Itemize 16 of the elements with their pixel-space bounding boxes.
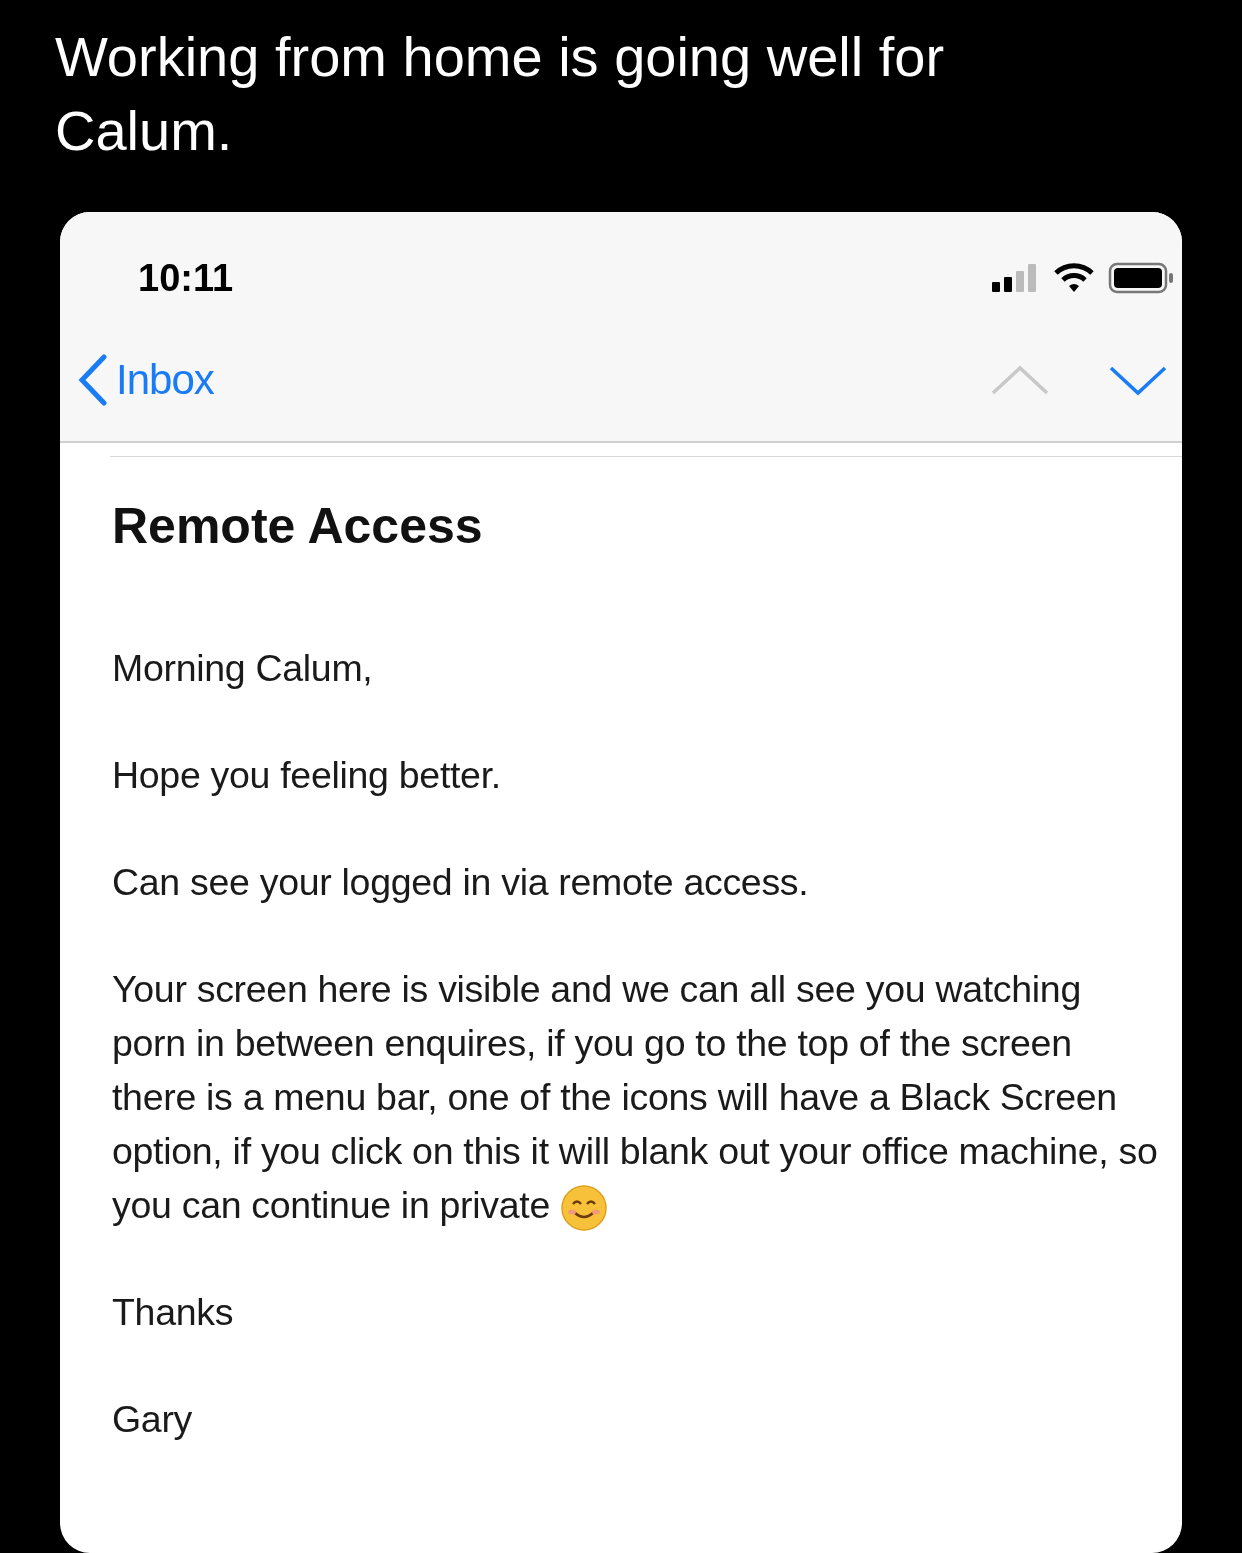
up-chevron-icon	[990, 364, 1050, 396]
caption-text: Working from home is going well for Calum.	[54, 24, 946, 164]
email-paragraph: Can see your logged in via remote access.	[112, 860, 810, 905]
status-time: 10:11	[138, 256, 234, 300]
email-subject: Remote Access	[112, 497, 484, 555]
next-message-button[interactable]	[1108, 364, 1168, 396]
battery-icon	[1108, 262, 1174, 294]
email-paragraph: Morning Calum,	[112, 646, 374, 691]
inbox-back-button[interactable]: Inbox	[78, 354, 214, 406]
email-paragraph: Gary	[112, 1397, 194, 1443]
email-paragraph: Thanks	[112, 1290, 235, 1336]
back-chevron-icon	[78, 354, 108, 406]
email-paragraph: Your screen here is visible and we can all see you watching porn in between enquires, if you go to the top of the screen there is a menu bar, one of the icons will have a Black Screen option, if you click on this it will blank out your office machine, so you can continue in private	[112, 968, 1158, 1226]
down-chevron-icon	[1108, 364, 1168, 396]
wifi-icon	[1054, 263, 1094, 293]
email-paragraph: Hope you feeling better.	[112, 753, 502, 798]
